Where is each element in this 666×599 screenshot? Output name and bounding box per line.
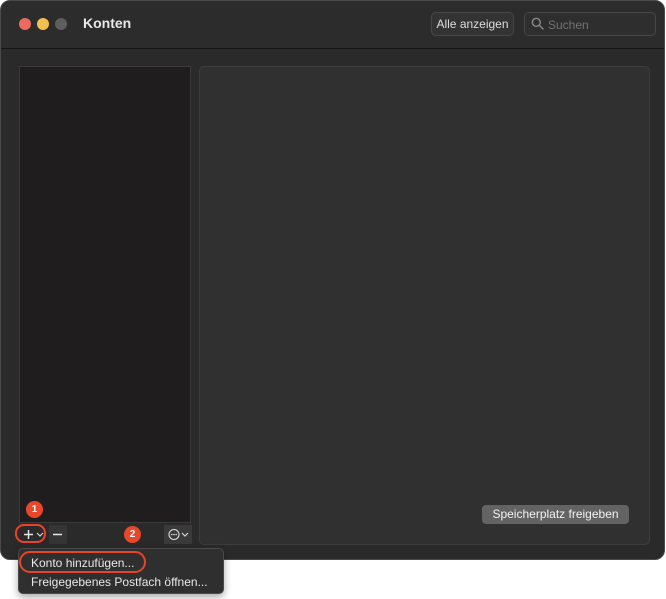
menu-item-highlight <box>19 551 146 573</box>
step-badge-1: 1 <box>26 501 43 518</box>
add-button-highlight <box>15 524 46 543</box>
zoom-window-button[interactable] <box>55 18 67 30</box>
ellipsis-circle-icon <box>168 528 189 541</box>
minus-icon <box>53 533 62 536</box>
window-title: Konten <box>83 15 132 31</box>
account-detail-panel <box>199 66 650 545</box>
menu-item-open-shared-mailbox[interactable]: Freigegebenes Postfach öffnen... <box>31 575 208 589</box>
close-window-button[interactable] <box>19 18 31 30</box>
minimize-window-button[interactable] <box>37 18 49 30</box>
remove-account-button[interactable] <box>49 525 67 544</box>
free-storage-button[interactable]: Speicherplatz freigeben <box>482 505 629 524</box>
accounts-window: Konten Alle anzeigen Suchen Speicherplat… <box>0 0 665 560</box>
title-bar: Konten Alle anzeigen Suchen <box>1 1 664 49</box>
search-icon <box>531 17 544 30</box>
accounts-list[interactable] <box>19 66 191 523</box>
step-badge-2: 2 <box>124 526 141 543</box>
show-all-button[interactable]: Alle anzeigen <box>431 12 514 36</box>
search-placeholder: Suchen <box>548 18 589 32</box>
action-menu-button[interactable] <box>164 525 192 544</box>
search-field[interactable]: Suchen <box>524 12 656 36</box>
